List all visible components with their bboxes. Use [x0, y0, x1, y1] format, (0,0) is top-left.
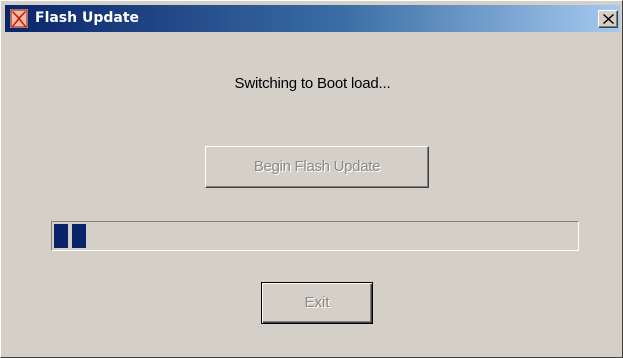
begin-flash-update-button[interactable]: Begin Flash Update [205, 146, 429, 188]
window-title: Flash Update [35, 10, 140, 26]
progress-track [54, 224, 576, 248]
close-button[interactable] [598, 10, 618, 28]
status-message: Switching to Boot load... [234, 75, 391, 92]
progress-fill [54, 224, 86, 248]
flash-update-window: Flash Update Switching to Boot load... B… [0, 0, 623, 358]
title-bar[interactable]: Flash Update [5, 5, 620, 32]
close-icon [603, 14, 614, 24]
flash-app-icon [10, 9, 28, 28]
exit-button[interactable]: Exit [261, 282, 373, 324]
progress-bar [51, 221, 579, 251]
